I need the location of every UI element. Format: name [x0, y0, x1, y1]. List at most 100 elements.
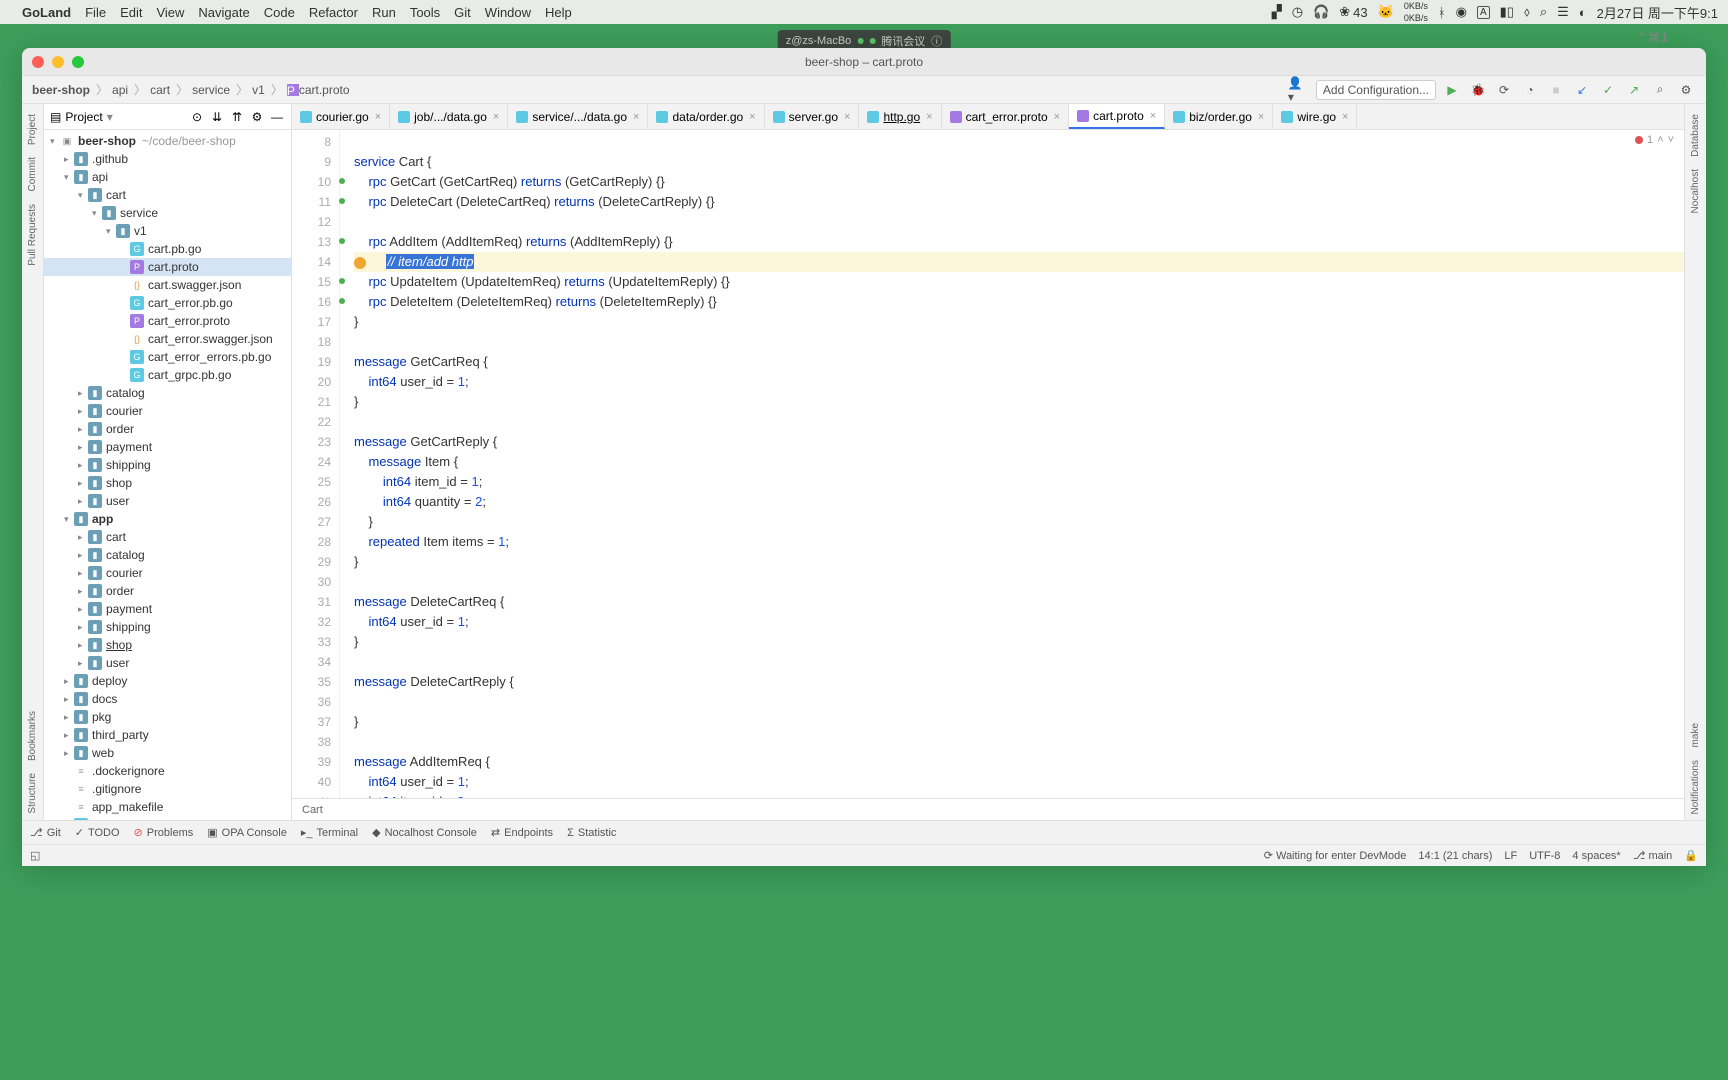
- chevron-up-icon[interactable]: ˄: [1657, 134, 1663, 146]
- code-line[interactable]: service Cart {: [354, 152, 1684, 172]
- tree-row[interactable]: ▸▮payment: [44, 600, 291, 618]
- code-line[interactable]: int64 user_id = 1;: [354, 612, 1684, 632]
- close-icon[interactable]: ×: [375, 111, 381, 123]
- tree-arrow-icon[interactable]: ▾: [64, 172, 74, 183]
- status-lock-icon[interactable]: 🔒: [1684, 849, 1698, 862]
- tool-problems[interactable]: ⊘ Problems: [134, 826, 194, 839]
- chevron-down-icon[interactable]: ˅: [1668, 134, 1674, 146]
- code-line[interactable]: int64 item_id = 1;: [354, 472, 1684, 492]
- tree-row[interactable]: Pcart_error.proto: [44, 312, 291, 330]
- tool-endpoints[interactable]: ⇄ Endpoints: [491, 826, 553, 839]
- settings-icon[interactable]: ⚙: [249, 109, 265, 125]
- code-line[interactable]: rpc GetCart (GetCartReq) returns (GetCar…: [354, 172, 1684, 192]
- crumb[interactable]: cart: [150, 83, 170, 97]
- run-icon[interactable]: ▶: [1442, 80, 1462, 100]
- crumb-symbol[interactable]: Cart: [302, 804, 323, 816]
- tree-arrow-icon[interactable]: ▾: [106, 226, 116, 237]
- tree-row[interactable]: {}cart_error.swagger.json: [44, 330, 291, 348]
- menu-code[interactable]: Code: [264, 5, 295, 20]
- editor-tab[interactable]: job/.../data.go×: [390, 104, 508, 129]
- add-configuration-button[interactable]: Add Configuration...: [1316, 80, 1436, 100]
- close-icon[interactable]: ×: [1150, 110, 1156, 122]
- strip-nocalhost[interactable]: Nocalhost: [1690, 169, 1701, 213]
- tool-opa[interactable]: ▣ OPA Console: [207, 826, 287, 839]
- tree-arrow-icon[interactable]: ▸: [78, 550, 88, 561]
- tool-git[interactable]: ⎇ Git: [30, 826, 61, 839]
- code-line[interactable]: message AddItemReq {: [354, 752, 1684, 772]
- tree-arrow-icon[interactable]: ▸: [78, 586, 88, 597]
- code-line[interactable]: rpc DeleteCart (DeleteCartReq) returns (…: [354, 192, 1684, 212]
- git-commit-icon[interactable]: ✓: [1598, 80, 1618, 100]
- tree-row[interactable]: ▸▮web: [44, 744, 291, 762]
- tree-row[interactable]: ▸▮order: [44, 582, 291, 600]
- code-line[interactable]: }: [354, 392, 1684, 412]
- code-line[interactable]: [354, 732, 1684, 752]
- menu-navigate[interactable]: Navigate: [198, 5, 249, 20]
- tree-row[interactable]: ▸▮courier: [44, 564, 291, 582]
- code-line[interactable]: repeated Item items = 1;: [354, 532, 1684, 552]
- menu-git[interactable]: Git: [454, 5, 471, 20]
- crumb-root[interactable]: beer-shop: [32, 83, 90, 97]
- tree-row[interactable]: ▸▮shipping: [44, 456, 291, 474]
- tree-arrow-icon[interactable]: ▸: [78, 424, 88, 435]
- hide-icon[interactable]: —: [269, 109, 285, 125]
- editor-tab[interactable]: data/order.go×: [648, 104, 764, 129]
- tree-arrow-icon[interactable]: ▸: [78, 658, 88, 669]
- status-encoding[interactable]: UTF-8: [1529, 850, 1560, 862]
- crumb-file[interactable]: cart.proto: [299, 83, 350, 97]
- close-icon[interactable]: ×: [844, 111, 850, 123]
- tree-arrow-icon[interactable]: ▾: [92, 208, 102, 219]
- gutter-run-icon[interactable]: [339, 238, 345, 244]
- status-net[interactable]: 0KB/s 0KB/s: [1404, 2, 1428, 23]
- tree-arrow-icon[interactable]: ▸: [64, 748, 74, 759]
- collapse-all-icon[interactable]: ⇈: [229, 109, 245, 125]
- status-wechat[interactable]: ❀ 43: [1339, 4, 1367, 20]
- tree-row[interactable]: Gcart.pb.go: [44, 240, 291, 258]
- tree-row[interactable]: ▾▮api: [44, 168, 291, 186]
- status-wait[interactable]: ⟳ Waiting for enter DevMode: [1264, 849, 1407, 862]
- code-line[interactable]: message GetCartReq {: [354, 352, 1684, 372]
- input-icon[interactable]: A: [1477, 6, 1490, 19]
- tree-row[interactable]: ▾▮v1: [44, 222, 291, 240]
- tree-arrow-icon[interactable]: ▸: [78, 604, 88, 615]
- strip-notifications[interactable]: Notifications: [1690, 760, 1701, 814]
- tree-row[interactable]: ▸▮third_party: [44, 726, 291, 744]
- gutter-run-icon[interactable]: [339, 178, 345, 184]
- strip-commit[interactable]: Commit: [27, 157, 38, 191]
- tree-row[interactable]: ▸▮deploy: [44, 672, 291, 690]
- strip-make[interactable]: make: [1690, 723, 1701, 747]
- status-position[interactable]: 14:1 (21 chars): [1418, 850, 1492, 862]
- expand-all-icon[interactable]: ⇊: [209, 109, 225, 125]
- gutter-run-icon[interactable]: [339, 198, 345, 204]
- editor-tab[interactable]: server.go×: [765, 104, 860, 129]
- code-line[interactable]: }: [354, 312, 1684, 332]
- tree-arrow-icon[interactable]: ▸: [64, 154, 74, 165]
- stop-icon[interactable]: ■: [1546, 80, 1566, 100]
- git-update-icon[interactable]: ↙: [1572, 80, 1592, 100]
- debug-icon[interactable]: 🐞: [1468, 80, 1488, 100]
- tree-row[interactable]: ▸▮pkg: [44, 708, 291, 726]
- tree-arrow-icon[interactable]: ▸: [78, 532, 88, 543]
- tree-arrow-icon[interactable]: ▸: [64, 694, 74, 705]
- inspection-widget[interactable]: 1 ˄ ˅: [1635, 134, 1674, 146]
- editor-tab[interactable]: service/.../data.go×: [508, 104, 648, 129]
- tree-row[interactable]: Pcart.proto: [44, 258, 291, 276]
- tree-arrow-icon[interactable]: ▸: [78, 496, 88, 507]
- tree-row[interactable]: ▸▮user: [44, 654, 291, 672]
- code-line[interactable]: [354, 332, 1684, 352]
- menu-file[interactable]: File: [85, 5, 106, 20]
- control-center-icon[interactable]: ☰: [1557, 4, 1569, 20]
- editor-tab[interactable]: cart.proto×: [1069, 104, 1165, 129]
- code-line[interactable]: rpc UpdateItem (UpdateItemReq) returns (…: [354, 272, 1684, 292]
- strip-project[interactable]: Project: [27, 114, 38, 145]
- code-line[interactable]: [354, 212, 1684, 232]
- search-icon[interactable]: ⌕: [1540, 4, 1547, 20]
- window-minimize[interactable]: [52, 56, 64, 68]
- code-line[interactable]: }: [354, 552, 1684, 572]
- clock[interactable]: 2月27日 周一下午9:1: [1597, 3, 1718, 22]
- status-indent[interactable]: 4 spaces*: [1572, 850, 1620, 862]
- crumb[interactable]: service: [192, 83, 230, 97]
- tree-arrow-icon[interactable]: ▸: [64, 712, 74, 723]
- code-editor[interactable]: service Cart { rpc GetCart (GetCartReq) …: [340, 130, 1684, 798]
- tree-row[interactable]: ▾▮cart: [44, 186, 291, 204]
